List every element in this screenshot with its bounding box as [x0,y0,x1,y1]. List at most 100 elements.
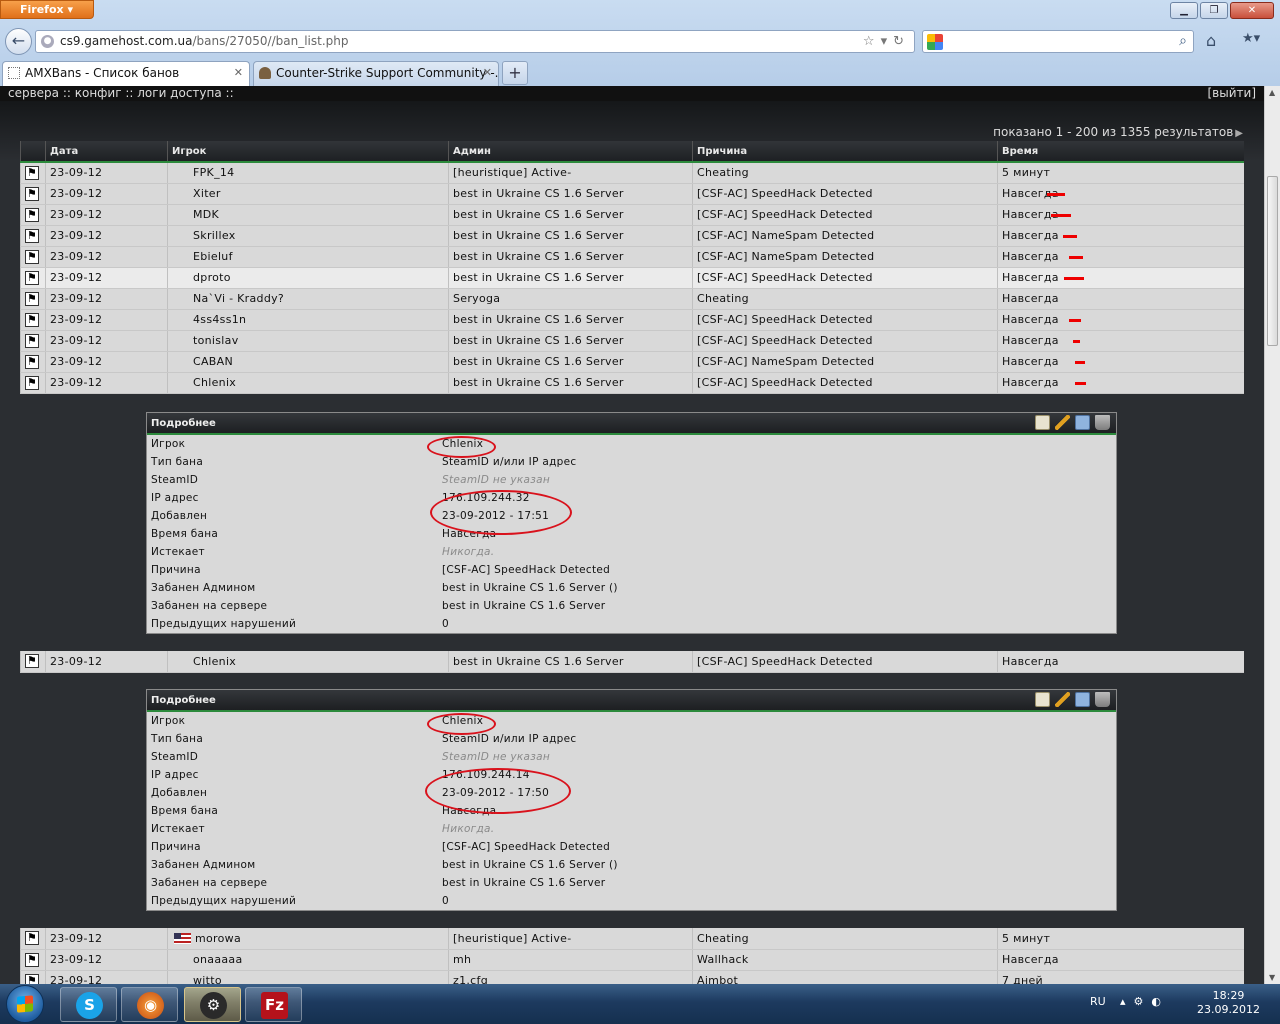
google-search-engine-icon[interactable] [927,34,943,50]
delete-trash-icon[interactable] [1095,692,1110,707]
back-button[interactable]: ← [5,28,32,55]
taskbar-filezilla[interactable]: Fz [245,987,302,1022]
header-reason[interactable]: Причина [692,141,998,163]
details-tools [1035,415,1110,430]
admin-cell: best in Ukraine CS 1.6 Server [448,372,693,394]
unban-icon[interactable] [1075,692,1090,707]
table-row[interactable]: ⚑ 23-09-12 morowa [heuristique] Active- Chea… [20,928,1244,950]
mod-icon-cell: ⚑ [20,330,46,352]
new-tab-button[interactable]: + [502,61,528,85]
header-time[interactable]: Время [997,141,1244,163]
detail-value: SteamID не указан [442,474,551,486]
details-view-icon[interactable] [1035,415,1050,430]
admin-cell: best in Ukraine CS 1.6 Server [448,204,693,226]
date-value: 23-09-12 [50,271,103,284]
scroll-down-icon[interactable]: ▼ [1269,973,1275,982]
detail-label: Время бана [151,805,219,817]
player-name: Chlenix [193,654,237,668]
taskbar-steam[interactable]: ⚙ [184,987,241,1022]
table-row[interactable]: ⚑ 23-09-12 onaaaaa mh Wallhack Навсегда [20,949,1244,971]
table-row[interactable]: ⚑ 23-09-12 MDK best in Ukraine CS 1.6 Serve… [20,204,1244,226]
header-player[interactable]: Игрок [167,141,449,163]
table-row[interactable]: ⚑ 23-09-12 Skrillex best in Ukraine CS 1.6 … [20,225,1244,247]
table-row[interactable]: ⚑ 23-09-12 Ebieluf best in Ukraine CS 1.6 S… [20,246,1244,268]
bookmark-star-icon[interactable]: ☆ [863,34,881,49]
system-tray-icons[interactable]: ▴⚙◐ [1120,995,1169,1008]
ban-table: Дата Игрок Админ Причина Время ⚑ 23-09-12… [20,141,1244,394]
table-row[interactable]: ⚑ 23-09-12 4ss4ss1n best in Ukraine CS 1.6 … [20,309,1244,331]
taskbar-skype[interactable]: S [60,987,117,1022]
cstrike-mod-icon: ⚑ [25,249,39,264]
admin-value: [heuristique] Active- [453,166,572,180]
clock-date: 23.09.2012 [1197,1003,1260,1016]
clock[interactable]: 18:29 23.09.2012 [1197,989,1260,1017]
detail-label: SteamID [151,474,199,486]
table-row[interactable]: ⚑ 23-09-12 Xiter best in Ukraine CS 1.6 Ser… [20,183,1244,205]
header-date[interactable]: Дата [45,141,168,163]
table-row[interactable]: ⚑ 23-09-12 tonislav best in Ukraine CS 1.6 … [20,330,1244,352]
scroll-up-icon[interactable]: ▲ [1269,88,1275,97]
nav-links[interactable]: сервера :: конфиг :: логи доступа :: [8,86,234,100]
url-bar[interactable]: ● cs9.gamehost.com.ua/bans/27050//ban_li… [35,30,915,53]
bookmarks-menu-icon[interactable]: ★▾ [1242,31,1260,46]
mod-icon-cell: ⚑ [20,225,46,247]
edit-pencil-icon[interactable] [1055,692,1070,707]
search-icon[interactable]: ⌕ [1179,33,1187,49]
detail-label: Предыдущих нарушений [151,618,297,630]
header-admin[interactable]: Админ [448,141,693,163]
reason-value: Wallhack [697,953,749,966]
date-cell: 23-09-12 [45,372,168,394]
details-view-icon[interactable] [1035,692,1050,707]
scrollbar-thumb[interactable] [1267,176,1278,346]
mod-icon-cell: ⚑ [20,267,46,289]
time-value: 7 дней [1002,974,1044,984]
start-button[interactable] [6,985,44,1023]
detail-value: best in Ukraine CS 1.6 Server () [442,582,618,594]
tab-title: Counter-Strike Support Community -... [276,66,499,80]
tab-cs-support[interactable]: Counter-Strike Support Community -... ✕ [253,61,499,86]
admin-cell: [heuristique] Active- [448,162,693,184]
table-row[interactable]: ⚑ 23-09-12 Chlenix best in Ukraine CS 1.6 S… [20,651,1244,673]
table-row[interactable]: ⚑ 23-09-12 dproto best in Ukraine CS 1.6 Se… [20,267,1244,289]
reason-cell: [CSF-AC] SpeedHack Detected [692,330,998,352]
details-rows: Игрок Chlenix Тип бана SteamID и/или IP адр… [147,712,1116,910]
unban-icon[interactable] [1075,415,1090,430]
player-name: 4ss4ss1n [193,313,247,326]
search-bar[interactable]: ⌕ [922,30,1194,53]
language-indicator[interactable]: RU [1090,995,1106,1008]
time-value: Навсегда [1002,313,1059,326]
us-flag-icon [174,933,191,945]
window-controls: ▁ ❐ ✕ [1170,2,1274,19]
reason-value: Cheating [697,931,749,945]
detail-row-reason: Причина [CSF-AC] SpeedHack Detected [147,838,1116,856]
delete-trash-icon[interactable] [1095,415,1110,430]
logout-link[interactable]: [выйти] [1208,86,1257,100]
tab-close-icon[interactable]: ✕ [483,62,492,84]
admin-value: best in Ukraine CS 1.6 Server [453,250,624,263]
minimize-button[interactable]: ▁ [1170,2,1198,19]
red-mark-annotation [1072,339,1080,343]
player-cell: Chlenix [167,651,449,673]
time-cell: Навсегда [997,949,1244,971]
edit-pencil-icon[interactable] [1055,415,1070,430]
site-identity-icon[interactable]: ● [41,35,54,48]
table-row[interactable]: ⚑ 23-09-12 Chlenix best in Ukraine CS 1.6 S… [20,372,1244,394]
taskbar-firefox[interactable]: ◉ [121,987,178,1022]
tab-amxbans[interactable]: AMXBans - Список банов ✕ [2,61,250,86]
next-page-icon[interactable]: ▶ [1235,128,1243,139]
restore-button[interactable]: ❐ [1200,2,1228,19]
table-row[interactable]: ⚑ 23-09-12 Na`Vi - Kraddy? Seryoga Cheating Н… [20,288,1244,310]
detail-row-ban-type: Тип бана SteamID и/или IP адрес [147,453,1116,471]
home-icon[interactable]: ⌂ [1206,31,1216,50]
firefox-icon: ◉ [137,992,164,1019]
table-row[interactable]: ⚑ 23-09-12 witto z1.cfg Aimbot 7 дней [20,970,1244,984]
table-row[interactable]: ⚑ 23-09-12 CABAN best in Ukraine CS 1.6 Ser… [20,351,1244,373]
ban-details-panel: Подробнее Игрок Chlenix Тип бана SteamID и/… [146,412,1117,634]
close-window-button[interactable]: ✕ [1230,2,1274,19]
history-dropdown-icon[interactable]: ▾ [881,34,894,49]
table-row[interactable]: ⚑ 23-09-12 FPK_14 [heuristique] Active- Chea… [20,162,1244,184]
firefox-menu-button[interactable]: Firefox ▾ [0,0,94,19]
tab-close-icon[interactable]: ✕ [234,62,243,84]
vertical-scrollbar[interactable]: ▲ ▼ [1264,86,1280,984]
reload-icon[interactable]: ↻ [893,34,910,49]
